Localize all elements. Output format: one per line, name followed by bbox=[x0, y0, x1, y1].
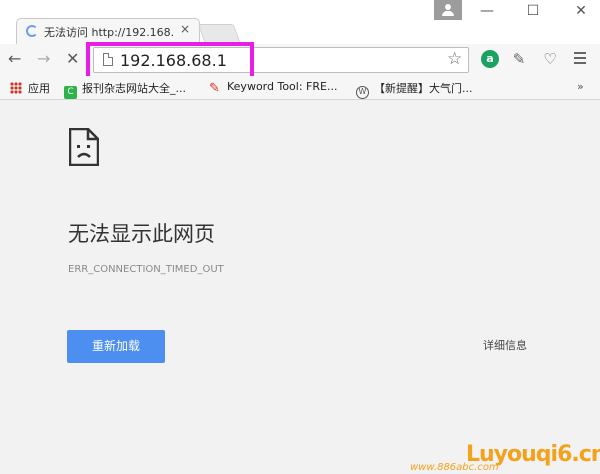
bookmark-keyword-tool[interactable]: ✎ Keyword Tool: FRE... bbox=[209, 80, 337, 96]
tab-title: 无法访问 http://192.168.68.1/ bbox=[44, 26, 174, 39]
reload-button[interactable]: 重新加载 bbox=[67, 330, 165, 363]
bookmarks-bar: 应用 C 报刊杂志网站大全_... ✎ Keyword Tool: FRE... W… bbox=[0, 76, 600, 100]
minimize-button[interactable]: — bbox=[472, 3, 502, 23]
new-tab-button[interactable] bbox=[197, 24, 241, 42]
bookmarks-overflow-button[interactable]: » bbox=[577, 80, 584, 93]
extension-pen-icon[interactable]: ✎ bbox=[510, 50, 528, 68]
menu-icon[interactable] bbox=[574, 52, 586, 67]
apps-grid-icon bbox=[10, 82, 22, 94]
browser-tab[interactable]: 无法访问 http://192.168.68.1/ × bbox=[16, 18, 200, 44]
error-title: 无法显示此网页 bbox=[68, 222, 215, 246]
tab-close-button[interactable]: × bbox=[180, 22, 190, 36]
extension-a-icon[interactable]: a bbox=[481, 50, 499, 68]
sad-page-icon bbox=[69, 128, 99, 166]
bookmark-magazines[interactable]: C 报刊杂志网站大全_... bbox=[64, 80, 186, 99]
keyword-tool-icon: ✎ bbox=[209, 81, 220, 96]
details-button[interactable]: 详细信息 bbox=[483, 337, 527, 353]
bookmark-apps[interactable]: 应用 bbox=[10, 80, 50, 96]
window-close-button[interactable]: ✕ bbox=[566, 3, 596, 23]
stop-button[interactable]: ✕ bbox=[66, 49, 79, 68]
error-code: ERR_CONNECTION_TIMED_OUT bbox=[68, 264, 224, 275]
bookmark-star-icon[interactable]: ☆ bbox=[447, 49, 462, 69]
watermark-url: www.886abc.com bbox=[410, 462, 499, 473]
profile-icon[interactable] bbox=[434, 0, 462, 20]
bookmark-reminder[interactable]: W 【新提醒】大气门... bbox=[356, 80, 473, 99]
address-highlight-box bbox=[86, 42, 254, 80]
extension-shield-icon[interactable]: ♡ bbox=[541, 50, 559, 68]
wordpress-icon: W bbox=[356, 86, 369, 99]
forward-button[interactable]: → bbox=[37, 49, 50, 68]
loading-spinner-icon bbox=[26, 25, 38, 37]
title-bar: 无法访问 http://192.168.68.1/ × — ☐ ✕ bbox=[0, 0, 600, 44]
back-button[interactable]: ← bbox=[8, 49, 21, 68]
maximize-button[interactable]: ☐ bbox=[518, 3, 548, 23]
green-c-icon: C bbox=[64, 86, 77, 99]
